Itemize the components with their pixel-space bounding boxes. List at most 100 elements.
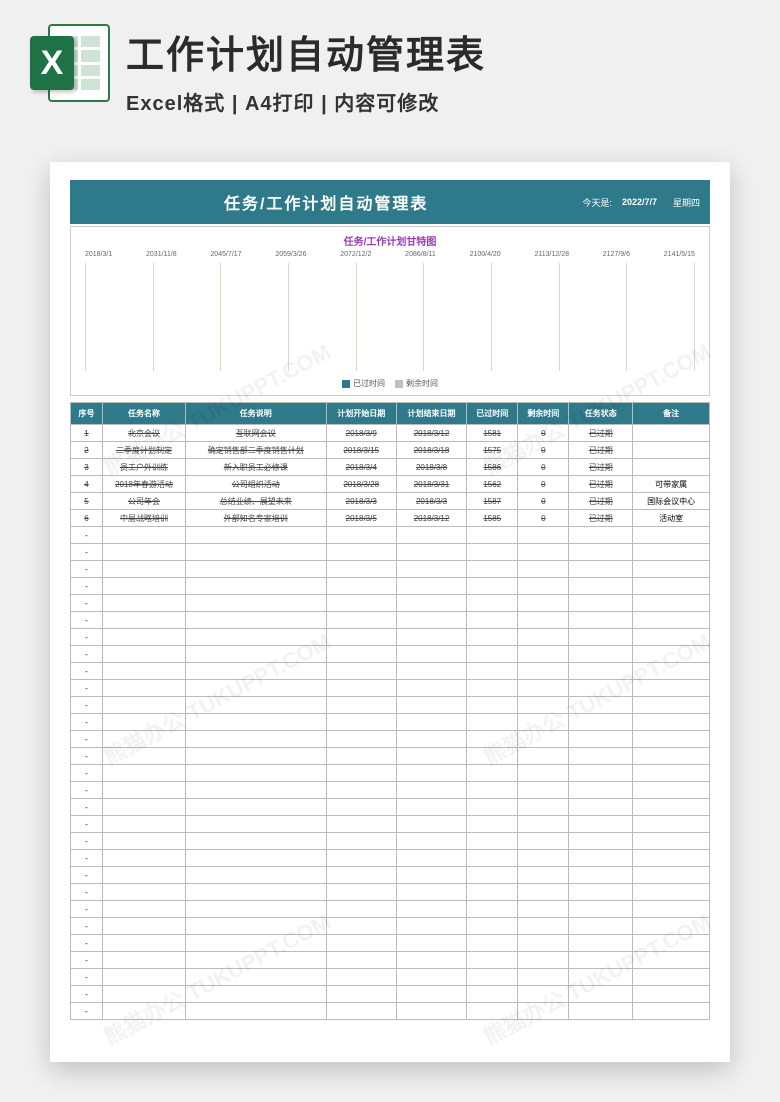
cell-empty — [518, 663, 569, 680]
cell-start: 2018/3/3 — [326, 493, 396, 510]
cell-empty — [467, 935, 518, 952]
cell-empty — [518, 969, 569, 986]
cell-empty — [102, 799, 185, 816]
cell-empty — [569, 833, 633, 850]
cell-empty — [467, 697, 518, 714]
cell-empty — [326, 731, 396, 748]
table-row-empty: - — [71, 850, 710, 867]
cell-empty — [326, 867, 396, 884]
cell-empty — [102, 714, 185, 731]
cell-empty: - — [71, 816, 103, 833]
table-row-empty: - — [71, 663, 710, 680]
cell-empty: - — [71, 884, 103, 901]
cell-empty — [467, 527, 518, 544]
cell-empty — [518, 918, 569, 935]
sheet-header: 任务/工作计划自动管理表 今天是: 2022/7/7 星期四 — [70, 180, 710, 224]
cell-empty — [569, 629, 633, 646]
cell-empty — [467, 782, 518, 799]
cell-empty — [467, 663, 518, 680]
cell-empty — [467, 884, 518, 901]
cell-empty: - — [71, 578, 103, 595]
table-row-empty: - — [71, 748, 710, 765]
cell-empty — [633, 782, 710, 799]
table-row-empty: - — [71, 561, 710, 578]
cell-name: 二季度计划制定 — [102, 442, 185, 459]
cell-end: 2018/3/3 — [396, 493, 466, 510]
table-row-empty: - — [71, 799, 710, 816]
cell-empty — [102, 935, 185, 952]
cell-empty — [326, 799, 396, 816]
cell-empty — [467, 595, 518, 612]
cell-idx: 3 — [71, 459, 103, 476]
weekday: 星期四 — [673, 196, 700, 209]
cell-empty — [569, 663, 633, 680]
cell-empty — [518, 986, 569, 1003]
cell-empty — [186, 714, 327, 731]
cell-empty — [633, 748, 710, 765]
cell-empty — [102, 765, 185, 782]
cell-elapsed: 1586 — [467, 459, 518, 476]
cell-empty — [467, 748, 518, 765]
cell-note: 国际会议中心 — [633, 493, 710, 510]
cell-note: 可带家属 — [633, 476, 710, 493]
table-row-empty: - — [71, 901, 710, 918]
axis-tick: 2059/3/26 — [275, 251, 306, 258]
cell-end: 2018/3/8 — [396, 459, 466, 476]
cell-empty — [326, 918, 396, 935]
axis-tick: 2045/7/17 — [210, 251, 241, 258]
cell-empty — [569, 952, 633, 969]
table-row-empty: - — [71, 986, 710, 1003]
cell-empty — [569, 935, 633, 952]
cell-empty: - — [71, 901, 103, 918]
cell-empty — [186, 884, 327, 901]
cell-empty — [102, 969, 185, 986]
cell-status: 已过期 — [569, 493, 633, 510]
cell-empty — [467, 1003, 518, 1020]
cell-empty — [396, 731, 466, 748]
cell-empty — [633, 612, 710, 629]
cell-start: 2018/3/28 — [326, 476, 396, 493]
table-row: 3员工户外训练新入职员工必修课2018/3/42018/3/815860已过期 — [71, 459, 710, 476]
cell-empty — [633, 714, 710, 731]
cell-empty: - — [71, 935, 103, 952]
cell-desc: 互联网会议 — [186, 425, 327, 442]
today-label: 今天是: — [582, 196, 612, 209]
cell-empty — [518, 799, 569, 816]
cell-empty — [186, 612, 327, 629]
cell-empty — [396, 544, 466, 561]
cell-empty — [326, 765, 396, 782]
cell-empty — [467, 867, 518, 884]
cell-empty — [518, 578, 569, 595]
cell-empty — [467, 629, 518, 646]
cell-empty — [633, 901, 710, 918]
axis-tick: 2100/4/20 — [470, 251, 501, 258]
cell-empty — [569, 782, 633, 799]
cell-empty — [102, 867, 185, 884]
cell-empty — [467, 578, 518, 595]
cell-empty — [396, 663, 466, 680]
cell-end: 2018/3/31 — [396, 476, 466, 493]
cell-empty: - — [71, 986, 103, 1003]
cell-empty — [326, 646, 396, 663]
cell-empty — [467, 646, 518, 663]
table-row-empty: - — [71, 918, 710, 935]
cell-empty — [518, 952, 569, 969]
table-row-empty: - — [71, 544, 710, 561]
cell-empty — [102, 731, 185, 748]
cell-status: 已过期 — [569, 442, 633, 459]
table-row: 2二季度计划制定确定销售部二季度销售计划2018/3/152018/3/1815… — [71, 442, 710, 459]
cell-empty — [102, 527, 185, 544]
cell-empty — [633, 918, 710, 935]
cell-empty: - — [71, 714, 103, 731]
cell-empty — [633, 765, 710, 782]
cell-end: 2018/3/12 — [396, 425, 466, 442]
cell-empty — [467, 561, 518, 578]
table-header-row: 序号任务名称任务说明计划开始日期计划结束日期已过时间剩余时间任务状态备注 — [71, 403, 710, 425]
cell-empty — [633, 544, 710, 561]
page-subtitle: Excel格式 | A4打印 | 内容可修改 — [126, 87, 750, 116]
cell-empty — [518, 765, 569, 782]
column-header: 已过时间 — [467, 403, 518, 425]
cell-idx: 1 — [71, 425, 103, 442]
table-row-empty: - — [71, 680, 710, 697]
cell-remain: 0 — [518, 442, 569, 459]
